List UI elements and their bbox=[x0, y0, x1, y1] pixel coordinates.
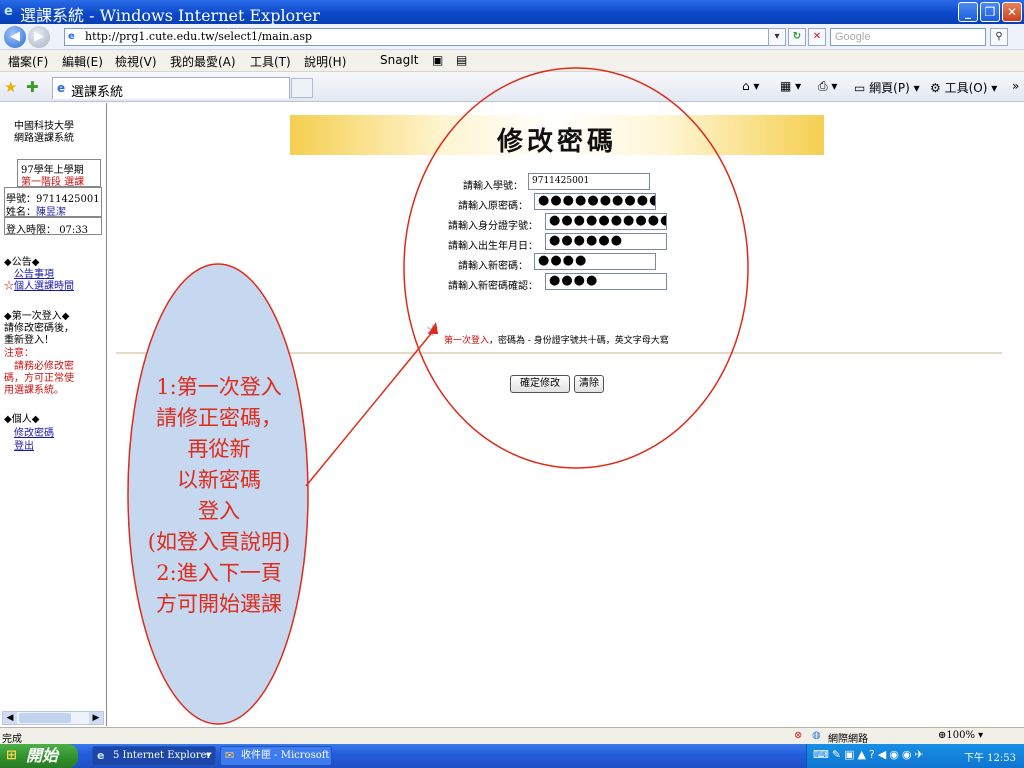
start-button[interactable]: ⊞ 開始 bbox=[0, 744, 78, 768]
taskbar: ⊞ 開始 e 5 Internet Explorer ▾ ✉ 收件匣 - Mic… bbox=[0, 744, 1024, 768]
annotation-line-6: (如登入頁說明) bbox=[147, 530, 291, 554]
status-text: 完成 bbox=[2, 734, 22, 745]
annotation-line-8: 方可開始選課 bbox=[156, 592, 282, 616]
annotation-line-4: 以新密碼 bbox=[177, 468, 261, 492]
clock: 下午 12:53 bbox=[964, 753, 1016, 764]
start-label: 開始 bbox=[26, 746, 59, 765]
taskbar-group-arrow-icon: ▾ bbox=[205, 750, 211, 761]
annotation-line-5: 登入 bbox=[198, 499, 240, 523]
taskbar-ie-label: 5 Internet Explorer bbox=[113, 750, 212, 761]
taskbar-outlook-button[interactable]: ✉ 收件匣 - Microsoft O... bbox=[220, 746, 332, 766]
status-bar: 完成 ⊗ ◍ 網際網路 ⊕100% ▾ bbox=[0, 727, 1024, 745]
windows-flag-icon: ⊞ bbox=[6, 748, 17, 763]
zoom-control[interactable]: ⊕100% ▾ bbox=[938, 730, 983, 741]
annotation-line-2: 請修正密碼， bbox=[156, 406, 282, 430]
annotation-line-3: 再從新 bbox=[187, 437, 251, 461]
blocked-icon: ⊗ bbox=[794, 730, 803, 741]
annotation-line-1: 1:第一次登入 bbox=[156, 375, 282, 399]
globe-icon: ◍ bbox=[812, 730, 821, 741]
taskbar-outlook-label: 收件匣 - Microsoft O... bbox=[241, 750, 331, 761]
taskbar-outlook-icon: ✉ bbox=[225, 749, 235, 762]
taskbar-ie-button[interactable]: e 5 Internet Explorer ▾ bbox=[92, 746, 216, 766]
system-tray: ⌨✎▣▲?◀◉◉✈ 下午 12:53 bbox=[806, 744, 1024, 768]
tray-icons[interactable]: ⌨✎▣▲?◀◉◉✈ bbox=[813, 748, 927, 761]
highlight-circle bbox=[403, 67, 749, 469]
zoom-level: 100% bbox=[946, 730, 975, 741]
zone-text: 網際網路 bbox=[828, 734, 868, 745]
annotation-arrow-line bbox=[305, 329, 435, 487]
taskbar-ie-icon: e bbox=[97, 749, 105, 762]
annotation-text: 1:第一次登入 請修正密碼， 再從新 以新密碼 登入 (如登入頁說明) 2:進入… bbox=[124, 372, 314, 620]
annotation-arrow-head bbox=[428, 322, 438, 334]
annotation-line-7: 2:進入下一頁 bbox=[156, 561, 282, 585]
